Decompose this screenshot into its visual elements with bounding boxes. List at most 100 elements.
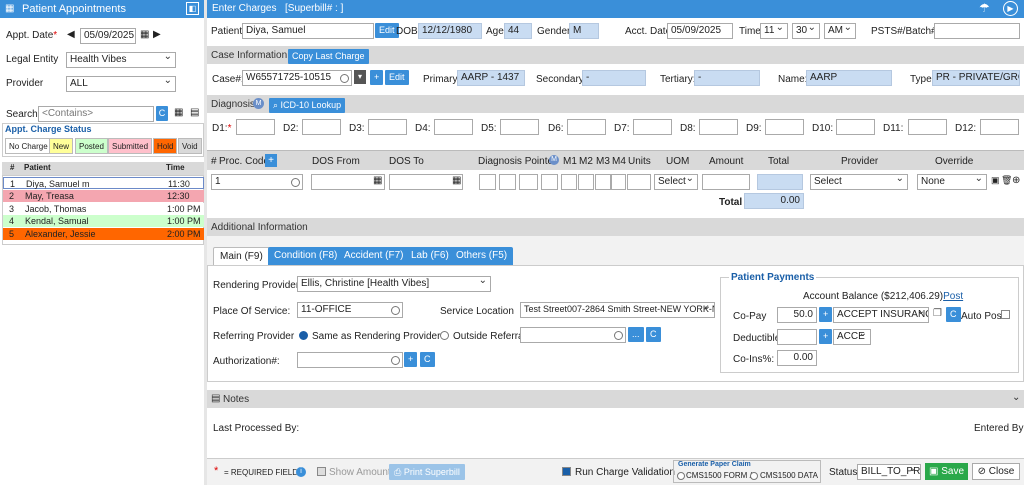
calendar-icon[interactable]: ▦ <box>452 175 461 186</box>
prev-date-icon[interactable]: ◀ <box>67 29 75 40</box>
search-icon[interactable] <box>391 356 400 365</box>
provider-select[interactable]: Select <box>810 174 908 190</box>
d4-input[interactable] <box>434 119 473 135</box>
save-button[interactable]: ▣ Save <box>925 463 968 480</box>
print-superbill-button[interactable]: ⎙ Print Superbill <box>389 464 465 480</box>
case-add-button[interactable]: + <box>370 70 384 85</box>
deductible-input[interactable] <box>777 329 817 345</box>
run-validation-checkbox[interactable] <box>562 467 571 476</box>
m2-input[interactable] <box>578 174 594 190</box>
info-icon[interactable]: i <box>296 467 306 477</box>
minute-select[interactable]: 30 <box>792 23 820 39</box>
close-button[interactable]: ⊘ Close <box>972 463 1020 480</box>
acct-date-input[interactable]: 05/09/2025 <box>667 23 733 39</box>
amount-input[interactable] <box>702 174 750 190</box>
pointer-3-input[interactable] <box>519 174 538 190</box>
case-input[interactable]: W65571725-10515 <box>242 70 352 86</box>
authorization-input[interactable] <box>297 352 403 368</box>
deductible-add-button[interactable]: + <box>819 329 833 344</box>
patient-input[interactable]: Diya, Samuel <box>242 23 374 39</box>
document-icon[interactable]: ▤ <box>190 107 199 118</box>
d3-input[interactable] <box>368 119 407 135</box>
info-icon[interactable]: M <box>549 155 559 165</box>
search-clear-button[interactable]: C <box>156 106 168 121</box>
tab-lab[interactable]: Lab (F6) <box>405 247 455 265</box>
pointer-1-input[interactable] <box>479 174 496 190</box>
umbrella-icon[interactable]: ☂ <box>979 1 990 15</box>
appt-date-input[interactable]: 05/09/2025 <box>80 28 136 44</box>
d11-input[interactable] <box>908 119 947 135</box>
psts-input[interactable] <box>934 23 1020 39</box>
m3-input[interactable] <box>595 174 611 190</box>
referral-clear-button[interactable]: C <box>646 327 661 342</box>
cms-form-radio[interactable] <box>677 472 685 480</box>
collapse-panel-icon[interactable]: ◧ <box>186 2 199 15</box>
appointment-row[interactable]: 3 Jacob, Thomas 1:00 PM <box>3 203 204 215</box>
appointment-row[interactable]: 5 Alexander, Jessie 2:00 PM <box>3 228 204 240</box>
show-amount-checkbox[interactable] <box>317 467 326 476</box>
uom-select[interactable]: Select <box>654 174 698 190</box>
search-icon[interactable] <box>391 306 400 315</box>
m4-input[interactable] <box>611 174 626 190</box>
ampm-select[interactable]: AM <box>824 23 856 39</box>
status-select[interactable]: BILL_TO_PR <box>857 464 921 480</box>
service-location-select[interactable]: Test Street007-2864 Smith Street-NEW YOR… <box>520 302 715 318</box>
referral-input[interactable] <box>520 327 626 343</box>
pointer-4-input[interactable] <box>541 174 558 190</box>
pointer-2-input[interactable] <box>499 174 516 190</box>
tab-condition[interactable]: Condition (F8) <box>268 247 344 265</box>
copay-input[interactable]: 50.0 <box>777 307 817 323</box>
proc-code-input[interactable]: 1 <box>211 174 303 190</box>
case-dropdown-icon[interactable]: ▾ <box>354 70 366 84</box>
tab-main[interactable]: Main (F9) <box>213 247 270 265</box>
appointment-row[interactable]: 4 Kendal, Samual 1:00 PM <box>3 215 204 227</box>
auto-post-checkbox[interactable] <box>1001 310 1010 319</box>
add-proc-button[interactable]: + <box>265 154 277 167</box>
next-date-icon[interactable]: ▶ <box>153 29 161 40</box>
legal-entity-select[interactable]: Health Vibes <box>66 52 176 68</box>
coins-input[interactable]: 0.00 <box>777 350 817 366</box>
d12-input[interactable] <box>980 119 1019 135</box>
d5-input[interactable] <box>500 119 539 135</box>
referral-browse-button[interactable]: ... <box>628 327 644 342</box>
patient-edit-button[interactable]: Edit <box>375 23 399 38</box>
d10-input[interactable] <box>836 119 875 135</box>
chevron-down-icon[interactable]: ⌄ <box>1012 392 1020 403</box>
info-icon[interactable]: M <box>253 98 264 109</box>
hour-select[interactable]: 11 <box>760 23 788 39</box>
d9-input[interactable] <box>765 119 804 135</box>
outside-referral-radio[interactable] <box>440 331 449 340</box>
units-input[interactable] <box>627 174 651 190</box>
icd10-lookup-button[interactable]: ⌕ ICD-10 Lookup <box>269 98 346 113</box>
copy-icon[interactable]: ❐ <box>933 308 942 319</box>
search-input[interactable]: <Contains> <box>38 106 154 122</box>
override-select[interactable]: None <box>917 174 987 190</box>
notes-header[interactable]: ▤ Notes ⌄ <box>207 390 1024 408</box>
search-icon[interactable] <box>340 74 349 83</box>
rendering-provider-select[interactable]: Ellis, Christine [Health Vibes] <box>297 276 491 292</box>
calendar-add-icon[interactable]: ▦ <box>174 107 183 118</box>
copay-add-button[interactable]: + <box>819 307 833 322</box>
appointment-row[interactable]: 2 May, Treasa 12:30 PM <box>3 190 204 213</box>
authorization-add-button[interactable]: + <box>404 352 418 367</box>
d8-input[interactable] <box>699 119 738 135</box>
d1-input[interactable] <box>236 119 275 135</box>
tab-accident[interactable]: Accident (F7) <box>338 247 410 265</box>
copay-type-select[interactable]: ACCEPT INSURANCE <box>833 307 929 323</box>
search-icon[interactable] <box>291 178 300 187</box>
pos-input[interactable]: 11-OFFICE <box>297 302 403 318</box>
authorization-clear-button[interactable]: C <box>420 352 435 367</box>
copay-clear-button[interactable]: C <box>946 307 961 322</box>
same-as-rendering-radio[interactable] <box>299 331 308 340</box>
add-circle-icon[interactable]: ⊕ <box>1012 175 1020 186</box>
play-icon[interactable]: ▶ <box>1003 1 1018 16</box>
provider-select[interactable]: ALL <box>66 76 176 92</box>
calendar-icon[interactable]: ▦ <box>373 175 382 186</box>
tab-others[interactable]: Others (F5) <box>450 247 514 265</box>
trash-icon[interactable]: 🗑 <box>1001 175 1012 186</box>
cms-data-radio[interactable] <box>750 472 758 480</box>
deductible-type-select[interactable]: ACCE <box>833 329 871 345</box>
m1-input[interactable] <box>561 174 577 190</box>
copy-icon[interactable]: ▣ <box>991 175 1000 186</box>
post-link[interactable]: Post <box>943 291 963 302</box>
